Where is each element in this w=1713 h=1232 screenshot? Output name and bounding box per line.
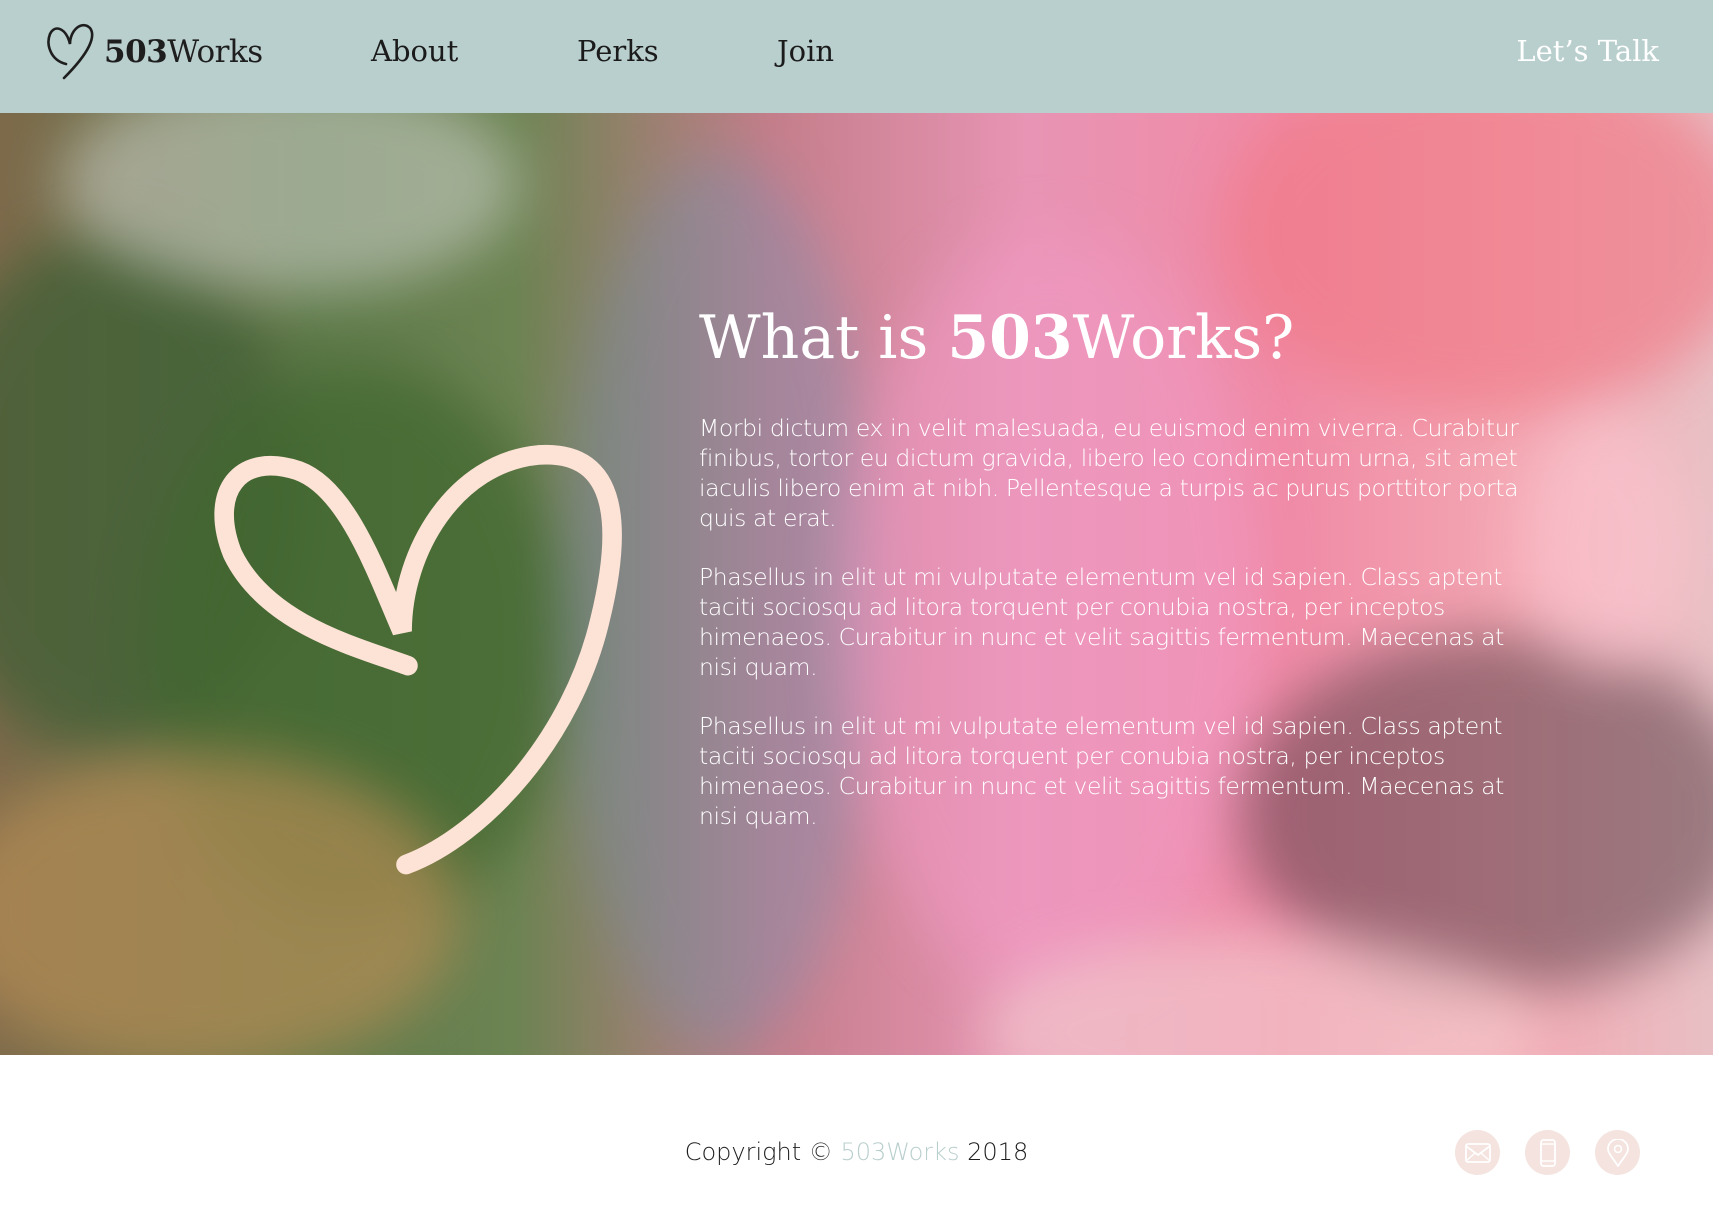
nav-join[interactable]: Join <box>777 34 834 68</box>
hero-paragraph-3: Phasellus in elit ut mi vulputate elemen… <box>699 712 1504 830</box>
site-footer: Copyright © 503Works 2018 <box>0 1055 1713 1232</box>
hero-paragraph-2: Phasellus in elit ut mi vulputate elemen… <box>699 563 1504 681</box>
large-heart-icon <box>214 445 622 875</box>
hero-section: What is 503Works? Morbi dictum ex in vel… <box>0 113 1713 1055</box>
nav-about[interactable]: About <box>371 34 458 68</box>
phone-icon[interactable] <box>1525 1130 1570 1175</box>
mail-icon[interactable] <box>1455 1130 1500 1175</box>
site-header: 503Works About Perks Join Let’s Talk <box>0 0 1713 113</box>
logo-link[interactable]: 503Works <box>44 22 263 82</box>
hero-title: What is 503Works? <box>699 303 1295 373</box>
contact-icons <box>1455 1130 1640 1175</box>
nav-perks[interactable]: Perks <box>577 34 659 68</box>
heart-outline-icon <box>44 22 96 82</box>
location-pin-icon[interactable] <box>1595 1130 1640 1175</box>
lets-talk-button[interactable]: Let’s Talk <box>1516 34 1659 68</box>
copyright-brand: 503Works <box>840 1138 960 1166</box>
hero-paragraph-1: Morbi dictum ex in velit malesuada, eu e… <box>699 414 1519 532</box>
logo-text: 503Works <box>104 34 263 70</box>
